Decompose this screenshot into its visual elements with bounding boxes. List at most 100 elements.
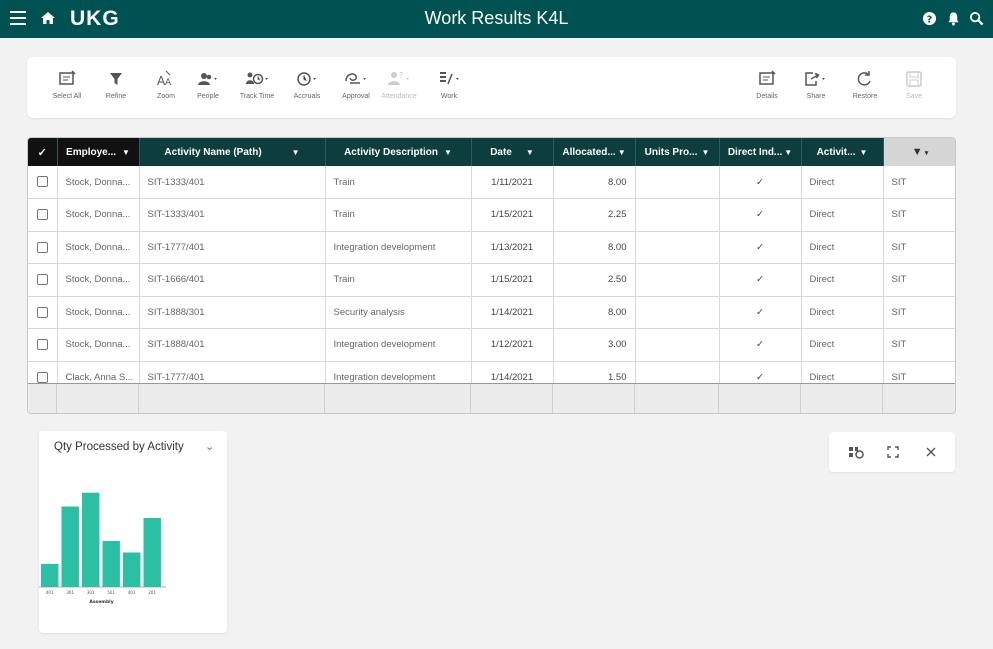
grid-cell-date[interactable]: 1/13/2021 — [471, 231, 554, 264]
track-time-button[interactable]: Track Time — [234, 69, 280, 100]
column-header-direct-indirect[interactable]: Direct Ind... ▼ — [719, 138, 802, 166]
table-row[interactable]: Stock, Donna... SIT-1888/401 Integration d… — [28, 328, 955, 362]
details-button[interactable]: Details — [744, 69, 790, 100]
grid-cell-direct-indirect[interactable]: ✓ — [719, 296, 802, 329]
grid-cell-units-processed[interactable] — [635, 166, 720, 199]
zoom-button[interactable]: AA Zoom — [143, 69, 189, 100]
select-all-checkbox[interactable]: ✓ — [28, 138, 58, 166]
select-all-button[interactable]: Select All — [44, 69, 90, 100]
grid-cell-allocated[interactable]: 8.00 — [553, 296, 636, 329]
table-row[interactable]: Stock, Donna... SIT-1333/401 Train 1/15/202… — [28, 198, 955, 232]
column-header-date[interactable]: Date ▼ — [471, 138, 554, 166]
grid-cell-date[interactable]: 1/12/2021 — [471, 328, 554, 362]
search-icon[interactable] — [969, 11, 984, 26]
grid-cell-units-processed[interactable] — [635, 263, 720, 297]
grid-cell-date[interactable]: 1/15/2021 — [471, 198, 554, 232]
grid-cell-employee[interactable]: Stock, Donna... — [57, 231, 140, 264]
grid-cell-activity-description[interactable]: Security analysis — [325, 296, 472, 329]
row-checkbox[interactable] — [36, 241, 48, 253]
column-header-units-processed[interactable]: Units Pro... ▼ — [635, 138, 720, 166]
grid-cell-activity-name[interactable]: SIT-1333/401 — [139, 198, 326, 232]
grid-cell-activity-name[interactable]: SIT-1888/301 — [139, 296, 326, 329]
grid-cell-allocated[interactable]: 2.25 — [553, 198, 636, 232]
grid-cell-activity-type[interactable]: Direct — [801, 166, 884, 199]
column-header-activity-description[interactable]: Activity Description ▼ — [325, 138, 472, 166]
help-icon[interactable]: ? — [922, 11, 937, 26]
grid-cell-date[interactable]: 1/15/2021 — [471, 263, 554, 297]
grid-cell-employee[interactable]: Stock, Donna... — [57, 198, 140, 232]
grid-cell-activity-type[interactable]: Direct — [801, 328, 884, 362]
grid-cell-activity-name[interactable]: SIT-1888/401 — [139, 328, 326, 362]
approval-button[interactable]: Approval — [333, 69, 379, 100]
grid-cell-employee[interactable]: Stock, Donna... — [57, 296, 140, 329]
expand-icon[interactable] — [885, 444, 901, 460]
column-header-activity-name[interactable]: Activity Name (Path) ▼ — [139, 138, 326, 166]
grid-cell-activity-type[interactable]: Direct — [801, 198, 884, 232]
grid-cell-direct-indirect[interactable]: ✓ — [719, 328, 802, 362]
grid-cell-extra[interactable]: SIT — [883, 296, 955, 329]
grid-cell-activity-name[interactable]: SIT-1666/401 — [139, 263, 326, 297]
grid-cell-extra[interactable]: SIT — [883, 263, 955, 297]
accruals-button[interactable]: Accruals — [284, 69, 330, 100]
column-header-activity-type[interactable]: Activit... ▼ — [801, 138, 884, 166]
grid-cell-direct-indirect[interactable]: ✓ — [719, 263, 802, 297]
grid-cell-activity-type[interactable]: Direct — [801, 296, 884, 329]
close-icon[interactable] — [923, 444, 939, 460]
restore-button[interactable]: Restore — [842, 69, 888, 100]
add-tile-icon[interactable] — [848, 444, 864, 460]
grid-cell-activity-type[interactable]: Direct — [801, 263, 884, 297]
grid-cell-date[interactable]: 1/11/2021 — [471, 166, 554, 199]
grid-cell-allocated[interactable]: 8.00 — [553, 231, 636, 264]
attendance-button[interactable]: ? Attendance — [376, 69, 422, 100]
grid-cell-activity-name[interactable]: SIT-1777/401 — [139, 231, 326, 264]
grid-cell-activity-description[interactable]: Train — [325, 263, 472, 297]
save-button[interactable]: Save — [891, 69, 937, 100]
grid-cell-activity-description[interactable]: Integration development — [325, 231, 472, 264]
grid-cell-units-processed[interactable] — [635, 231, 720, 264]
grid-cell-extra[interactable]: SIT — [883, 231, 955, 264]
svg-text:A: A — [165, 78, 172, 88]
column-header-units-processed-label: Units Pro... — [644, 146, 698, 158]
column-header-allocated[interactable]: Allocated... ▼ — [553, 138, 636, 166]
grid-cell-activity-description[interactable]: Train — [325, 166, 472, 199]
grid-cell-extra[interactable]: SIT — [883, 198, 955, 232]
refine-button[interactable]: Refine — [93, 69, 139, 100]
bell-icon[interactable] — [946, 11, 961, 26]
row-checkbox[interactable] — [36, 306, 48, 318]
grid-cell-direct-indirect[interactable]: ✓ — [719, 231, 802, 264]
row-checkbox[interactable] — [36, 176, 48, 188]
row-checkbox[interactable] — [36, 209, 48, 221]
row-checkbox[interactable] — [36, 339, 48, 351]
share-button[interactable]: Share — [793, 69, 839, 100]
grid-cell-allocated[interactable]: 8.00 — [553, 166, 636, 199]
grid-cell-direct-indirect[interactable]: ✓ — [719, 166, 802, 199]
table-row[interactable]: Stock, Donna... SIT-1888/301 Security anal… — [28, 296, 955, 329]
grid-cell-date[interactable]: 1/14/2021 — [471, 296, 554, 329]
grid-cell-extra[interactable]: SIT — [883, 166, 955, 199]
grid-cell-activity-description[interactable]: Train — [325, 198, 472, 232]
column-header-employee[interactable]: Employe... ▼ — [57, 138, 140, 166]
column-header-activity-type-label: Activit... — [816, 146, 856, 158]
people-button[interactable]: People — [185, 69, 231, 100]
grid-cell-activity-description[interactable]: Integration development — [325, 328, 472, 362]
grid-cell-units-processed[interactable] — [635, 198, 720, 232]
grid-cell-activity-name[interactable]: SIT-1333/401 — [139, 166, 326, 199]
grid-cell-employee[interactable]: Stock, Donna... — [57, 263, 140, 297]
grid-cell-allocated[interactable]: 3.00 — [553, 328, 636, 362]
table-row[interactable]: Stock, Donna... SIT-1666/401 Train 1/15/202… — [28, 263, 955, 297]
grid-cell-allocated[interactable]: 2.50 — [553, 263, 636, 297]
table-row[interactable]: Stock, Donna... SIT-1333/401 Train 1/11/202… — [28, 166, 955, 199]
grid-cell-extra[interactable]: SIT — [883, 328, 955, 362]
work-button[interactable]: Work — [426, 69, 472, 100]
grid-cell-employee[interactable]: Stock, Donna... — [57, 166, 140, 199]
row-checkbox[interactable] — [36, 274, 48, 286]
grid-cell-units-processed[interactable] — [635, 296, 720, 329]
row-checkbox[interactable] — [36, 371, 48, 383]
grid-cell-employee[interactable]: Stock, Donna... — [57, 328, 140, 362]
table-row[interactable]: Stock, Donna... SIT-1777/401 Integration d… — [28, 231, 955, 264]
grid-cell-direct-indirect[interactable]: ✓ — [719, 198, 802, 232]
grid-cell-activity-type[interactable]: Direct — [801, 231, 884, 264]
grid-cell-units-processed[interactable] — [635, 328, 720, 362]
attendance-label: Attendance — [381, 93, 417, 100]
column-filter-button[interactable]: ▼ ▾ — [883, 138, 955, 166]
